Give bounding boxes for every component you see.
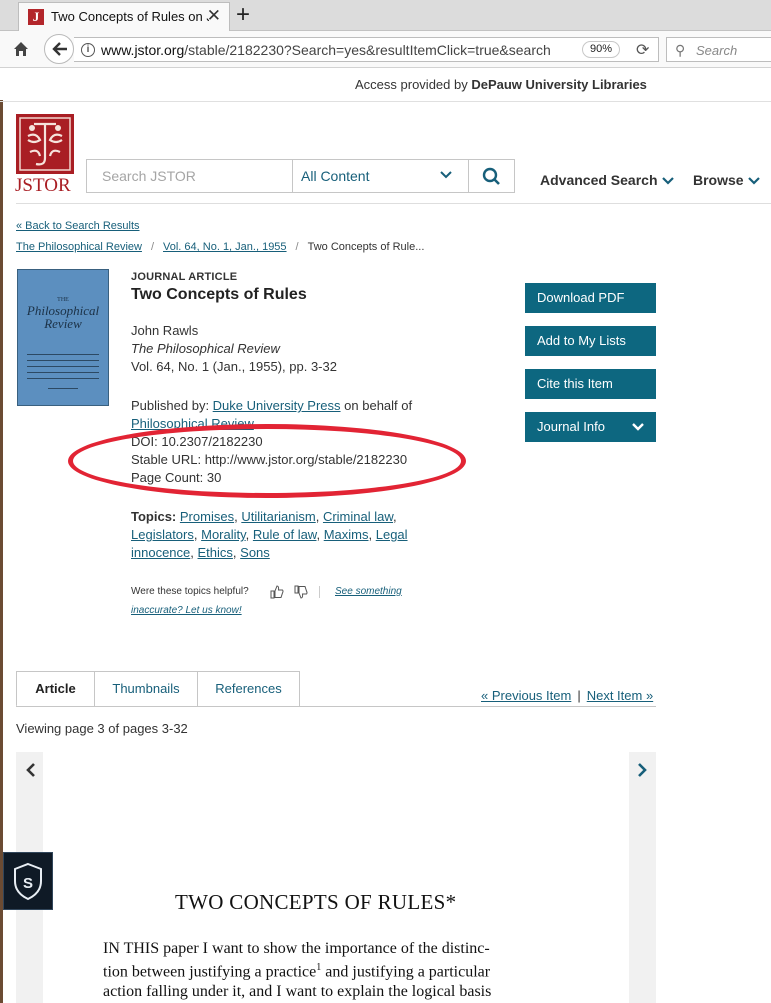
download-pdf-button[interactable]: Download PDF [525,283,656,313]
chevron-left-icon[interactable] [23,762,39,778]
scan-title: TWO CONCEPTS OF RULES* [175,890,457,914]
topic-link[interactable]: Criminal law [323,509,393,524]
previous-item-link[interactable]: « Previous Item [481,688,571,703]
search-icon [482,167,500,185]
browser-nav-bar: i www.jstor.org/stable/2182230?Search=ye… [0,31,771,68]
scan-line: tion between justifying a practice1 and … [103,962,491,981]
back-button[interactable] [44,34,74,64]
publisher-link[interactable]: Duke University Press [213,398,341,413]
tab-article[interactable]: Article [16,671,95,707]
svg-text:S: S [23,875,33,892]
topic-link[interactable]: Morality [201,527,246,542]
jstor-logo[interactable] [16,114,74,174]
browser-search-box[interactable]: ⚲ Search [666,37,771,62]
stable-url: Stable URL: http://www.jstor.org/stable/… [131,452,408,467]
breadcrumb: The Philosophical Review / Vol. 64, No. 1,… [16,241,425,253]
zoom-level[interactable]: 90% [582,41,620,58]
jstor-logo-text[interactable]: JSTOR [15,175,71,197]
chevron-down-icon [632,423,644,431]
item-pager: « Previous Item | Next Item » [481,688,654,703]
chevron-down-icon [747,177,760,185]
next-item-link[interactable]: Next Item » [587,688,653,703]
thumbs-down-icon[interactable] [294,585,308,599]
jstor-search-placeholder: Search JSTOR [102,168,196,184]
browser-tab[interactable]: J Two Concepts of Rules on JSTOR ✕ [18,2,230,31]
jstor-favicon-icon: J [28,9,44,25]
topic-link[interactable]: Sons [240,545,270,560]
cover-title: Philosophical Review [26,303,100,331]
journal-info-button[interactable]: Journal Info [525,412,656,442]
behalf-org-link[interactable]: Philosophical Review [131,416,254,431]
breadcrumb-issue[interactable]: Vol. 64, No. 1, Jan., 1955 [163,241,287,253]
back-arrow-icon [52,42,67,56]
chevron-right-icon[interactable] [634,762,650,778]
journal-cover-image[interactable]: THE Philosophical Review [17,269,109,406]
topic-link[interactable]: Legislators [131,527,194,542]
doi: DOI: 10.2307/2182230 [131,434,263,449]
scan-line: action falling under it, and I want to e… [103,983,492,1000]
article-journal: The Philosophical Review [131,341,280,356]
security-extension-badge[interactable]: S [3,852,53,910]
cite-item-button[interactable]: Cite this Item [525,369,656,399]
new-tab-icon[interactable]: + [236,1,250,29]
topic-link[interactable]: Rule of law [253,527,317,542]
page-count: Page Count: 30 [131,470,222,485]
browser-search-placeholder: Search [696,43,738,58]
site-info-icon[interactable]: i [81,43,95,57]
tab-references[interactable]: References [197,671,300,707]
home-icon[interactable] [12,40,30,58]
tab-thumbnails[interactable]: Thumbnails [94,671,198,707]
header-divider [16,203,771,204]
topic-link[interactable]: Utilitarianism [241,509,315,524]
tabs-divider [16,706,656,707]
access-text: Access provided by DePauw University Lib… [355,77,647,92]
topic-link[interactable]: Promises [180,509,234,524]
article-issue: Vol. 64, No. 1 (Jan., 1955), pp. 3-32 [131,359,337,374]
back-to-results-link[interactable]: « Back to Search Results [16,220,140,232]
access-banner: Access provided by DePauw University Lib… [0,68,771,102]
search-icon: ⚲ [675,42,686,58]
topic-link[interactable]: Ethics [198,545,233,560]
chevron-down-icon [661,177,674,185]
divider [319,586,320,598]
published-by: Published by: Duke University Press on b… [131,398,413,413]
browser-tab-bar: J Two Concepts of Rules on JSTOR ✕ + [0,0,771,31]
browse-menu[interactable]: Browse [693,172,760,188]
breadcrumb-current: Two Concepts of Rule... [307,241,425,253]
tab-title: Two Concepts of Rules on JSTOR [51,9,209,24]
shield-icon: S [14,862,42,901]
report-link[interactable]: See something [335,586,402,597]
address-url: www.jstor.org/stable/2182230?Search=yes&… [101,42,551,58]
jstor-logo-mark-icon [19,117,71,171]
content-filter-select[interactable]: All Content [292,159,469,193]
chevron-down-icon [440,171,452,179]
topics-list: Topics: Promises, Utilitarianism, Crimin… [131,509,408,560]
content-filter-value: All Content [301,168,370,184]
scan-line: IN THIS paper I want to show the importa… [103,940,490,957]
report-link-continued[interactable]: inaccurate? Let us know! [131,605,242,616]
address-bar[interactable]: i www.jstor.org/stable/2182230?Search=ye… [74,37,659,62]
topics-helpful-question: Were these topics helpful? [131,586,249,597]
breadcrumb-journal[interactable]: The Philosophical Review [16,241,142,253]
reload-icon[interactable]: ⟳ [636,40,649,60]
jstor-search-button[interactable] [468,159,515,193]
article-author: John Rawls [131,323,199,338]
advanced-search-menu[interactable]: Advanced Search [540,172,674,188]
behalf-org: Philosophical Review [131,416,254,431]
thumbs-up-icon[interactable] [270,585,284,599]
article-type: JOURNAL ARTICLE [131,271,238,283]
add-to-lists-button[interactable]: Add to My Lists [525,326,656,356]
jstor-search-input[interactable]: Search JSTOR [86,159,292,193]
article-title: Two Concepts of Rules [131,286,307,303]
topic-link[interactable]: Maxims [324,527,369,542]
close-tab-icon[interactable]: ✕ [207,6,221,26]
viewing-page-text: Viewing page 3 of pages 3-32 [16,721,188,736]
